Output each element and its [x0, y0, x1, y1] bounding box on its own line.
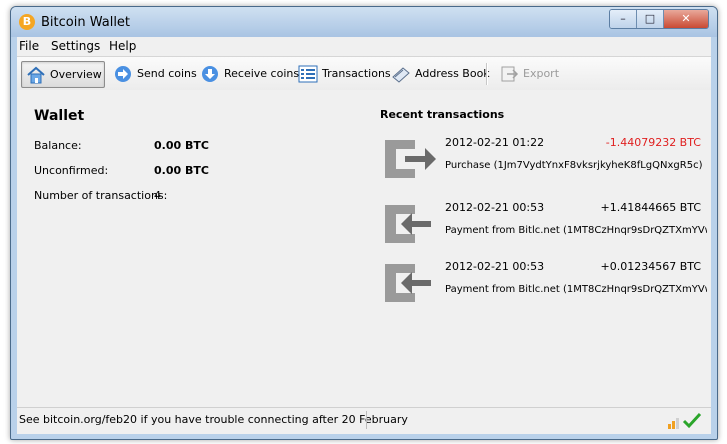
app-window: B Bitcoin Wallet – □ ✕ File Settings Hel… [10, 6, 718, 440]
status-indicators [668, 412, 702, 429]
menu-settings[interactable]: Settings [51, 39, 100, 53]
transactions-button[interactable]: Transactions [294, 61, 391, 86]
toolbar: Overview Send coins Receive coins Transa… [17, 56, 711, 91]
house-icon [27, 66, 45, 83]
transaction-description: Payment from Bitlc.net (1MT8CzHnqr9sDrQZ… [445, 225, 707, 236]
transactions-label: Transactions [322, 67, 391, 80]
unconfirmed-label: Unconfirmed: [34, 164, 109, 177]
transaction-date: 2012-02-21 01:22 [445, 136, 545, 149]
transaction-description: Payment from Bitlc.net (1MT8CzHnqr9sDrQZ… [445, 284, 707, 295]
menu-bar: File Settings Help [17, 37, 711, 54]
unconfirmed-value: 0.00 BTC [154, 164, 209, 177]
send-coins-label: Send coins [137, 67, 197, 80]
window-title: Bitcoin Wallet [41, 15, 131, 30]
transaction-amount: +1.41844665 BTC [600, 201, 702, 214]
checkmark-icon [682, 412, 702, 429]
send-coins-button[interactable]: Send coins [109, 61, 197, 86]
menu-help[interactable]: Help [109, 39, 136, 53]
overview-button[interactable]: Overview [21, 61, 105, 88]
transaction-description: Purchase (1Jm7VydtYnxF8vksrjkyheK8fLgQNx… [445, 160, 703, 171]
transaction-amount: -1.44079232 BTC [605, 136, 701, 149]
close-button[interactable]: ✕ [664, 10, 708, 28]
transaction-row[interactable]: 2012-02-21 00:53 +1.41844665 BTC Payment… [379, 199, 709, 251]
overview-page: Wallet Balance: 0.00 BTC Unconfirmed: 0.… [17, 90, 711, 407]
client-area: File Settings Help Overview Send coins R… [17, 37, 711, 434]
export-label: Export [523, 67, 560, 80]
bitcoin-logo-icon: B [19, 14, 35, 30]
title-bar[interactable]: B Bitcoin Wallet – □ ✕ [11, 7, 717, 37]
status-bar: See bitcoin.org/feb20 if you have troubl… [17, 407, 711, 434]
address-book-button[interactable]: Address Book [387, 61, 490, 86]
incoming-transaction-icon [385, 264, 431, 302]
transaction-date: 2012-02-21 00:53 [445, 260, 545, 273]
balance-value: 0.00 BTC [154, 139, 209, 152]
receive-coins-label: Receive coins [224, 67, 300, 80]
tx-count-label: Number of transactions: [34, 189, 168, 202]
status-message: See bitcoin.org/feb20 if you have troubl… [19, 413, 408, 426]
export-button[interactable]: Export [495, 61, 559, 86]
tx-count-value: 4 [154, 189, 161, 202]
arrow-down-icon [202, 65, 218, 82]
balance-label: Balance: [34, 139, 82, 152]
overview-label: Overview [50, 68, 102, 81]
menu-file[interactable]: File [19, 39, 39, 53]
transaction-date: 2012-02-21 00:53 [445, 201, 545, 214]
address-book-label: Address Book [415, 67, 490, 80]
arrow-right-icon [115, 65, 131, 82]
status-separator [366, 411, 367, 429]
receive-coins-button[interactable]: Receive coins [196, 61, 299, 86]
minimize-button[interactable]: – [610, 10, 637, 28]
export-icon [501, 66, 519, 81]
recent-transactions-title: Recent transactions [380, 108, 505, 121]
wallet-title: Wallet [34, 108, 85, 124]
maximize-button[interactable]: □ [637, 10, 664, 28]
transaction-row[interactable]: 2012-02-21 01:22 -1.44079232 BTC Purchas… [379, 134, 709, 186]
transaction-row[interactable]: 2012-02-21 00:53 +0.01234567 BTC Payment… [379, 258, 709, 310]
window-controls: – □ ✕ [609, 9, 709, 29]
list-icon [298, 65, 318, 82]
outgoing-transaction-icon [385, 140, 436, 178]
incoming-transaction-icon [385, 205, 431, 243]
address-book-icon [392, 66, 410, 83]
transaction-amount: +0.01234567 BTC [600, 260, 702, 273]
signal-bars-icon [668, 418, 679, 429]
toolbar-separator [486, 63, 488, 85]
